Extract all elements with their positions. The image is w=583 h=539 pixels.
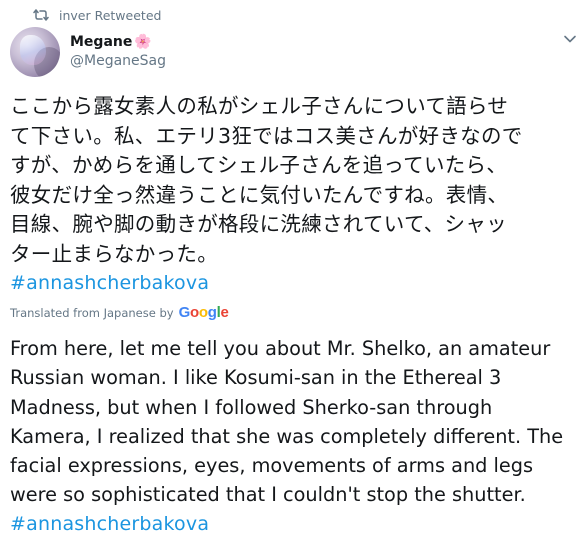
tweet-line: すが、かめらを通してシェル子さんを追っていたら、 [10, 153, 508, 177]
translation-line: From here, let me tell you about Mr. She… [10, 337, 551, 360]
google-letter: o [198, 304, 208, 321]
tweet-header: Megane 🌸 @MeganeSag [10, 27, 166, 77]
chevron-down-icon[interactable] [563, 34, 577, 44]
translation-attribution: Translated from Japanese by Google [10, 304, 229, 321]
google-letter: o [189, 304, 199, 321]
translated-label: Translated from Japanese by [10, 305, 174, 320]
author-names: Megane 🌸 @MeganeSag [70, 33, 166, 71]
google-letter: G [178, 304, 191, 321]
translation-line: were so sophisticated that I couldn't st… [10, 483, 526, 507]
tweet-line: ここから露女素人の私がシェル子さんについて語らせ [10, 94, 509, 118]
hashtag-link[interactable]: #annashcherbakova [10, 269, 580, 299]
author-handle[interactable]: @MeganeSag [70, 52, 166, 71]
tweet-line: ター止まらなかった。 [10, 241, 218, 266]
cherry-blossom-icon: 🌸 [134, 34, 152, 50]
retweet-icon [33, 8, 49, 22]
google-letter: g [207, 304, 217, 321]
retweet-context: inver Retweeted [33, 6, 161, 24]
display-name-text: Megane [70, 34, 133, 50]
tweet-line: て下さい。私、エテリ3狂ではコス美さんが好きなので [10, 123, 523, 148]
translation-line: Kamera, I realized that she was complete… [10, 424, 564, 448]
tweet-line: 目線、腕や脚の動きが格段に洗練されていて、シャッ [10, 212, 507, 236]
translated-text: From here, let me tell you about Mr. She… [10, 334, 580, 539]
translation-line: Russian woman. I like Kosumi-san in the … [10, 366, 502, 390]
author-display-name[interactable]: Megane 🌸 [70, 33, 166, 52]
avatar[interactable] [10, 27, 60, 77]
tweet-line: 彼女だけ全っ然違うことに気付いたんですね。表情、 [10, 182, 509, 207]
google-logo[interactable]: Google [179, 304, 229, 321]
translation-line: Madness, but when I followed Sherko-san … [10, 395, 493, 419]
google-letter: e [220, 304, 229, 321]
tweet-text: ここから露女素人の私がシェル子さんについて語らせ て下さい。私、エテリ3狂ではコ… [10, 92, 580, 299]
translation-line: facial expressions, eyes, movements of a… [10, 454, 534, 478]
hashtag-link[interactable]: #annashcherbakova [10, 510, 580, 539]
retweet-label[interactable]: inver Retweeted [59, 8, 161, 23]
